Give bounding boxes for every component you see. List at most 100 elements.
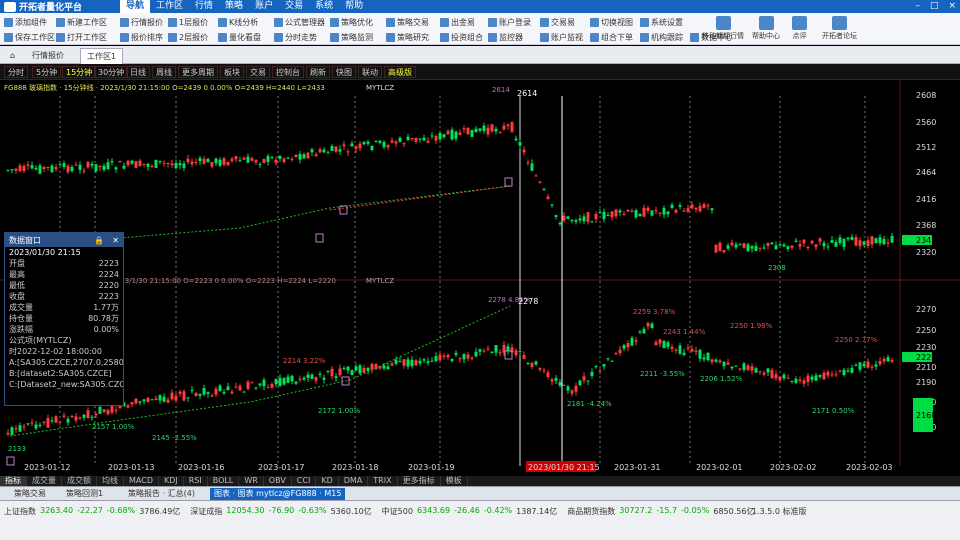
indicator-1[interactable]: 成交量 bbox=[27, 476, 62, 486]
sub-candle bbox=[810, 376, 814, 380]
toolbar-big-1[interactable]: 帮助中心 bbox=[752, 16, 780, 44]
toolbar-btn-r2-10[interactable]: 账户监视 bbox=[540, 30, 583, 44]
indicator-4[interactable]: MACD bbox=[124, 476, 159, 486]
toolbar-btn-r1-7[interactable]: 策略交易 bbox=[386, 15, 429, 29]
lock-icon[interactable]: 🔒 bbox=[94, 236, 104, 245]
toolbar-btn-r1-2[interactable]: 行情报价 bbox=[120, 15, 163, 29]
period-1[interactable]: 5分钟 bbox=[32, 66, 62, 78]
toolbar-big-2[interactable]: 点评 bbox=[792, 16, 807, 44]
menu-nav[interactable]: 导航 bbox=[120, 0, 151, 13]
minimize-button[interactable]: – bbox=[915, 0, 920, 13]
period-7[interactable]: 板块 bbox=[220, 66, 244, 78]
toolbar-btn-r2-6[interactable]: 策略监测 bbox=[330, 30, 373, 44]
indicator-13[interactable]: TRIX bbox=[368, 476, 398, 486]
main-candle bbox=[590, 221, 594, 223]
toolbar-btn-r1-11[interactable]: 切换视图 bbox=[590, 15, 633, 29]
indicator-8[interactable]: WR bbox=[239, 476, 264, 486]
indicator-0[interactable]: 指标 bbox=[0, 476, 27, 486]
toolbar-btn-r2-9[interactable]: 监控器 bbox=[488, 30, 523, 44]
kline-chart[interactable]: FG888 玻璃指数 · 15分钟线 · 2023/1/30 21:15:00 … bbox=[0, 80, 960, 476]
toolbar-btn-r1-9[interactable]: 账户登录 bbox=[488, 15, 531, 29]
period-9[interactable]: 控制台 bbox=[272, 66, 304, 78]
toolbar-btn-r2-0[interactable]: 保存工作区 bbox=[4, 30, 55, 44]
period-2[interactable]: 15分钟 bbox=[62, 66, 97, 78]
toolbar-btn-r2-1[interactable]: 打开工作区 bbox=[56, 30, 107, 44]
toolbar-btn-r2-5[interactable]: 分时走势 bbox=[274, 30, 317, 44]
indicator-6[interactable]: RSI bbox=[184, 476, 208, 486]
doc-tab-3[interactable]: 图表 · 图表 mytlcz@FG888 · M15 bbox=[210, 488, 346, 500]
toolbar-btn-r1-6[interactable]: 策略优化 bbox=[330, 15, 373, 29]
doc-tab-1[interactable]: 策略回测1 bbox=[62, 488, 107, 500]
menu-workspace[interactable]: 工作区 bbox=[150, 0, 189, 13]
menu-system[interactable]: 系统 bbox=[309, 0, 339, 13]
indicator-5[interactable]: KDJ bbox=[159, 476, 184, 486]
doc-tab-0[interactable]: 策略交易 bbox=[10, 488, 50, 500]
data-window-header: 数据窗口 🔒 ✕ bbox=[5, 233, 123, 247]
toolbar-btn-r1-8[interactable]: 出金易 bbox=[440, 15, 475, 29]
toolbar-btn-r2-12[interactable]: 机构跟踪 bbox=[640, 30, 683, 44]
indicator-14[interactable]: 更多指标 bbox=[398, 476, 441, 486]
indicator-11[interactable]: KD bbox=[316, 476, 339, 486]
toolbar-big-3[interactable]: 开拓者论坛 bbox=[822, 16, 857, 44]
sub-candle bbox=[622, 345, 626, 349]
indicator-12[interactable]: DMA bbox=[339, 476, 369, 486]
period-11[interactable]: 快图 bbox=[332, 66, 356, 78]
period-6[interactable]: 更多周期 bbox=[178, 66, 218, 78]
tab-quotes[interactable]: 行情报价 bbox=[26, 48, 70, 64]
main-candle bbox=[474, 128, 478, 133]
period-3[interactable]: 30分钟 bbox=[94, 66, 129, 78]
toolbar-btn-r2-8[interactable]: 投资组合 bbox=[440, 30, 483, 44]
main-candle bbox=[718, 243, 722, 251]
menu-account[interactable]: 账户 bbox=[249, 0, 279, 13]
sub-candle bbox=[210, 395, 214, 397]
main-candle bbox=[698, 206, 702, 212]
toolbar-btn-r1-4[interactable]: K线分析 bbox=[218, 15, 258, 29]
menu-help[interactable]: 帮助 bbox=[339, 0, 369, 13]
main-candle bbox=[194, 161, 198, 163]
period-10[interactable]: 刷新 bbox=[306, 66, 330, 78]
menu-strategy[interactable]: 策略 bbox=[219, 0, 249, 13]
toolbar-btn-r1-3[interactable]: 1层报价 bbox=[168, 15, 208, 29]
period-4[interactable]: 日线 bbox=[126, 66, 150, 78]
toolbar-btn-r1-10[interactable]: 交易易 bbox=[540, 15, 575, 29]
main-peak-annotation: 2614 bbox=[517, 89, 537, 98]
toolbar-btn-r1-5[interactable]: 公式管理器 bbox=[274, 15, 325, 29]
menu-quotes[interactable]: 行情 bbox=[189, 0, 219, 13]
menu-trade[interactable]: 交易 bbox=[279, 0, 309, 13]
toolbar-btn-r2-2[interactable]: 报价排序 bbox=[120, 30, 163, 44]
period-5[interactable]: 周线 bbox=[152, 66, 176, 78]
toolbar-btn-r1-1[interactable]: 新建工作区 bbox=[56, 15, 107, 29]
indicator-10[interactable]: CCI bbox=[292, 476, 317, 486]
main-candle bbox=[866, 240, 870, 247]
period-13[interactable]: 高级版 bbox=[384, 66, 416, 78]
period-12[interactable]: 联动 bbox=[358, 66, 382, 78]
doc-tab-2[interactable]: 策略报告 · 汇总(4) bbox=[124, 488, 199, 500]
period-8[interactable]: 交易 bbox=[246, 66, 270, 78]
period-0[interactable]: 分时 bbox=[4, 66, 28, 78]
toolbar-big-0[interactable]: 移动期期行情 bbox=[702, 16, 744, 44]
toolbar-btn-r2-4[interactable]: 量化看盘 bbox=[218, 30, 261, 44]
indicator-2[interactable]: 成交额 bbox=[62, 476, 97, 486]
indicator-9[interactable]: OBV bbox=[264, 476, 292, 486]
indicator-15[interactable]: 模板 bbox=[441, 476, 468, 486]
close-icon[interactable]: ✕ bbox=[112, 236, 119, 245]
formula-line: A:[SA305.CZCE,2707.0,2580.0] bbox=[9, 358, 123, 367]
indicator-7[interactable]: BOLL bbox=[208, 476, 240, 486]
tab-workspace1[interactable]: 工作区1 bbox=[80, 48, 124, 64]
toolbar-btn-r2-3[interactable]: 2层报价 bbox=[168, 30, 208, 44]
main-candle bbox=[602, 211, 606, 220]
toolbar-btn-r2-7[interactable]: 策略研究 bbox=[386, 30, 429, 44]
sub-candle bbox=[438, 354, 442, 361]
close-button[interactable]: × bbox=[948, 0, 956, 13]
sub-ytick: 2210 bbox=[916, 363, 936, 372]
indicator-3[interactable]: 均线 bbox=[97, 476, 124, 486]
sub-series-label: MYTLCZ bbox=[366, 277, 394, 285]
main-candle bbox=[214, 158, 218, 164]
sub-candle bbox=[174, 395, 178, 401]
toolbar-btn-r2-11[interactable]: 组合下单 bbox=[590, 30, 633, 44]
toolbar-icon bbox=[330, 17, 339, 27]
toolbar-btn-r1-0[interactable]: 添加组件 bbox=[4, 15, 47, 29]
toolbar-btn-r1-12[interactable]: 系统设置 bbox=[640, 15, 683, 29]
home-tab[interactable]: ⌂ bbox=[4, 48, 21, 64]
maximize-button[interactable]: □ bbox=[930, 0, 939, 13]
